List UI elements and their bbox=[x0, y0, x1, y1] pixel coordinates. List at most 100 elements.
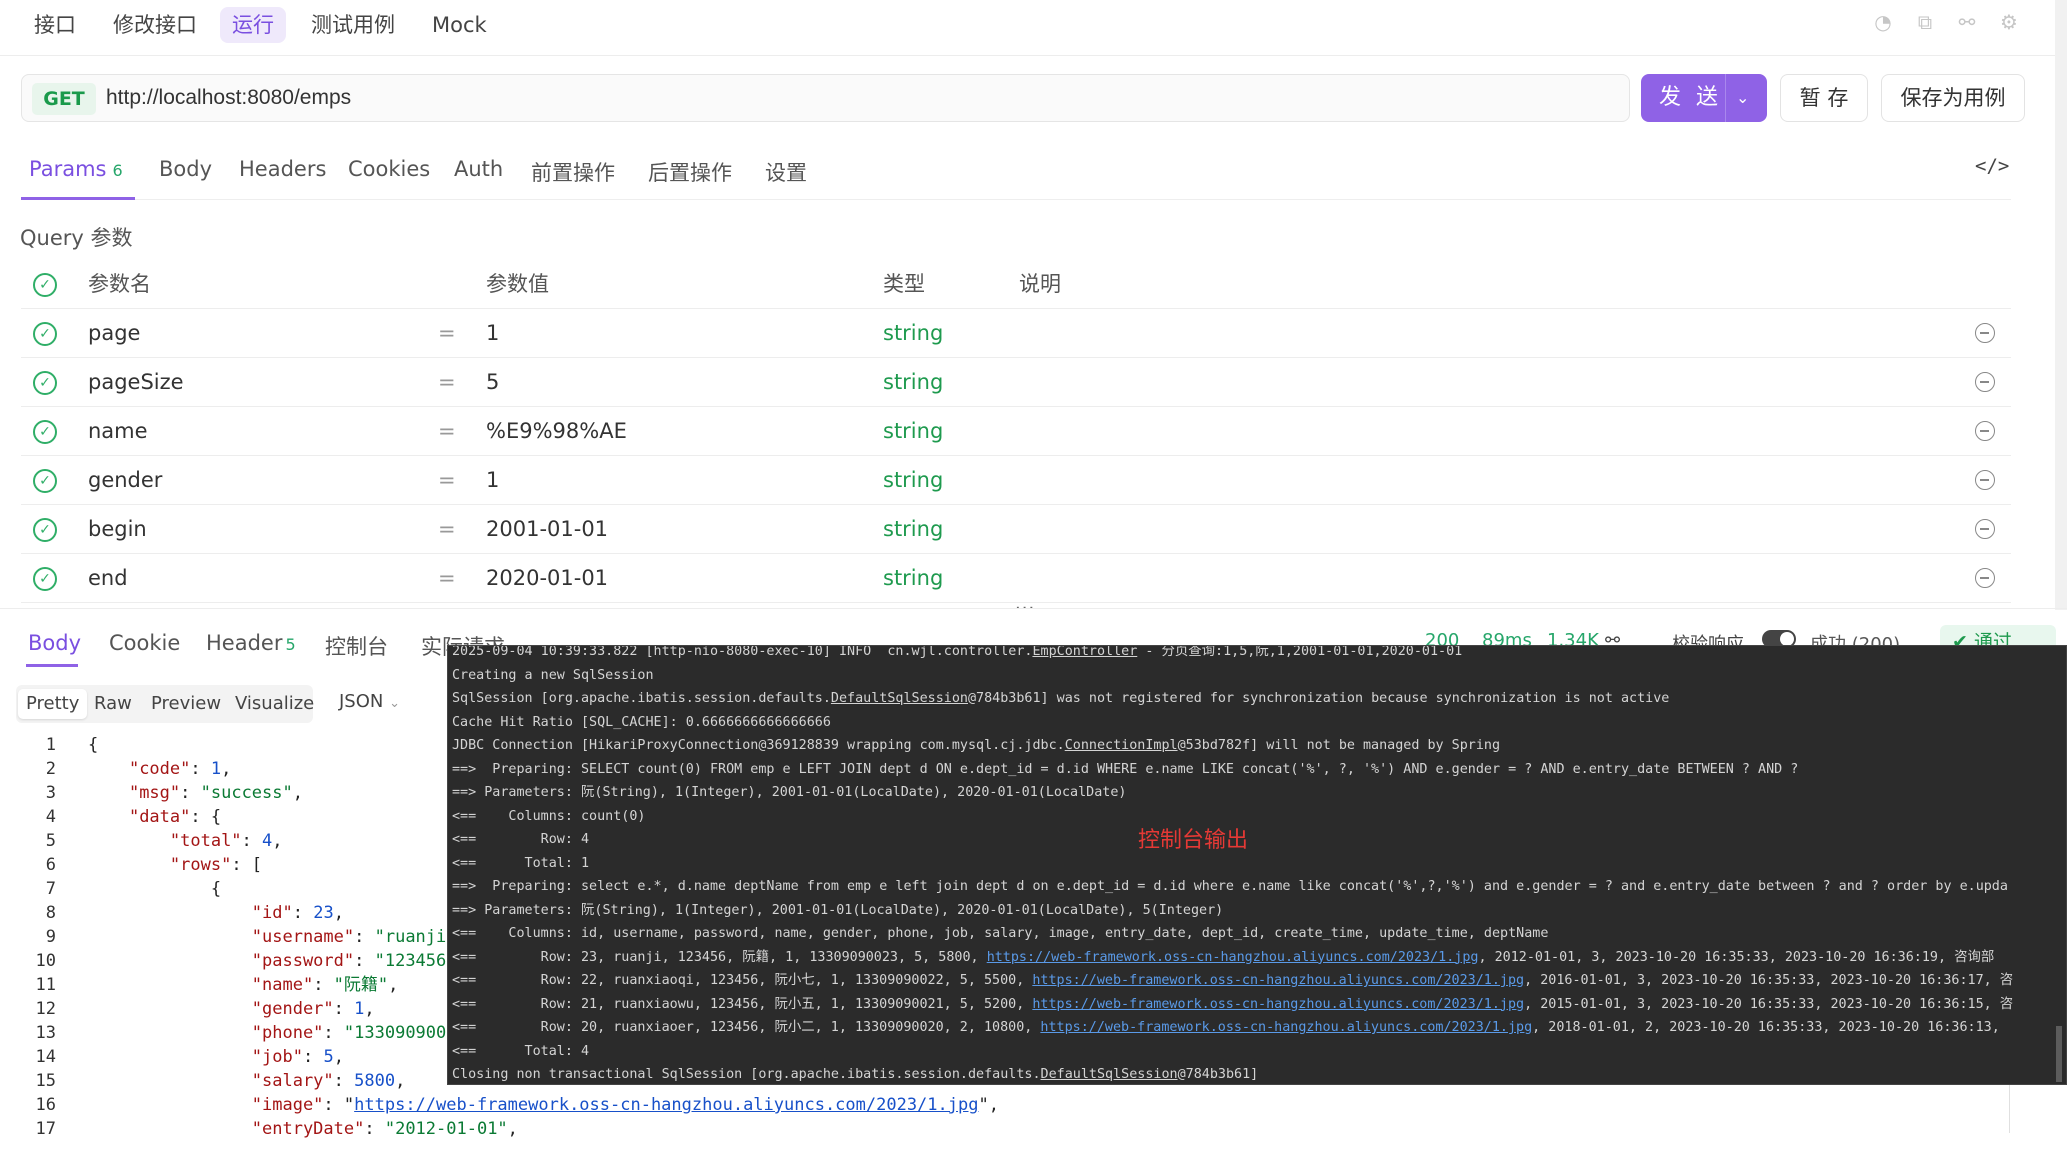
view-tab-preview[interactable]: Preview bbox=[143, 689, 229, 719]
top-tab-run[interactable]: 运行 bbox=[220, 7, 286, 43]
view-tab-pretty[interactable]: Pretty bbox=[18, 689, 88, 719]
tab-settings[interactable]: 设置 bbox=[765, 157, 807, 187]
code-token: : bbox=[354, 927, 375, 947]
param-enabled-checkbox[interactable]: ✓ bbox=[33, 420, 57, 444]
history-icon[interactable]: ◔ bbox=[1871, 10, 1895, 34]
param-name[interactable]: gender bbox=[88, 456, 162, 505]
param-value[interactable]: 2020-01-01 bbox=[486, 554, 608, 603]
param-enabled-checkbox[interactable]: ✓ bbox=[33, 322, 57, 346]
param-value[interactable]: 2001-01-01 bbox=[486, 505, 608, 554]
code-token: { bbox=[88, 879, 222, 899]
param-value[interactable]: %E9%98%AE bbox=[486, 407, 627, 456]
copy-icon[interactable]: ⧉ bbox=[1913, 10, 1937, 34]
code-token: : bbox=[180, 783, 201, 803]
save-draft-button[interactable]: 暂 存 bbox=[1780, 74, 1868, 122]
code-token: "success" bbox=[200, 783, 293, 803]
remove-param-icon[interactable] bbox=[1975, 568, 1995, 588]
code-text: { bbox=[88, 733, 98, 757]
tab-cookies[interactable]: Cookies bbox=[348, 157, 430, 181]
top-tab-edit-interface[interactable]: 修改接口 bbox=[101, 7, 209, 43]
code-text: "total": 4, bbox=[88, 829, 283, 853]
equals-sign: = bbox=[438, 517, 456, 541]
console-link[interactable]: https://web-framework.oss-cn-hangzhou.al… bbox=[1032, 973, 1524, 988]
select-all-checkbox[interactable]: ✓ bbox=[33, 273, 57, 297]
tab-post-ops[interactable]: 后置操作 bbox=[648, 157, 732, 187]
code-text: "name": "阮籍", bbox=[88, 973, 399, 997]
tab-console[interactable]: 控制台 bbox=[325, 631, 388, 661]
top-tab-mock[interactable]: Mock bbox=[420, 7, 499, 43]
param-type[interactable]: string bbox=[883, 309, 943, 358]
send-button[interactable]: 发 送 ⌄ bbox=[1641, 74, 1767, 122]
tab-response-cookie[interactable]: Cookie bbox=[109, 631, 180, 655]
console-text: <== Row: 21, ruanxiaowu, 123456, 阮小五, 1,… bbox=[452, 996, 1033, 1012]
code-text: { bbox=[88, 877, 221, 901]
url-link[interactable]: https://web-framework.oss-cn-hangzhou.al… bbox=[354, 1095, 978, 1115]
remove-param-icon[interactable] bbox=[1975, 323, 1995, 343]
console-text: @784b3b61] was not registered for synchr… bbox=[967, 691, 1670, 706]
console-link[interactable]: https://web-framework.oss-cn-hangzhou.al… bbox=[1040, 1020, 1532, 1035]
tab-body[interactable]: Body bbox=[159, 157, 212, 181]
tab-pre-ops[interactable]: 前置操作 bbox=[531, 157, 615, 187]
code-token: "total" bbox=[169, 831, 242, 851]
param-enabled-checkbox[interactable]: ✓ bbox=[33, 567, 57, 591]
param-enabled-checkbox[interactable]: ✓ bbox=[33, 371, 57, 395]
tab-auth[interactable]: Auth bbox=[454, 157, 503, 181]
top-tab-test-cases[interactable]: 测试用例 bbox=[299, 7, 407, 43]
param-name[interactable]: name bbox=[88, 407, 148, 456]
remove-param-icon[interactable] bbox=[1975, 519, 1995, 539]
remove-param-icon[interactable] bbox=[1975, 372, 1995, 392]
line-number: 13 bbox=[35, 1023, 56, 1043]
param-name[interactable]: begin bbox=[88, 505, 147, 554]
view-tab-visualize[interactable]: Visualize bbox=[227, 689, 322, 719]
right-scrollbar[interactable] bbox=[2055, 0, 2067, 610]
chevron-down-icon[interactable]: ⌄ bbox=[1736, 74, 1749, 122]
code-token: 5 bbox=[323, 1047, 334, 1067]
settings-icon[interactable]: ⚙ bbox=[1997, 10, 2021, 34]
tab-params[interactable]: Params 6 bbox=[29, 157, 123, 181]
tab-response-body[interactable]: Body bbox=[28, 631, 81, 655]
tab-headers[interactable]: Headers bbox=[239, 157, 326, 181]
console-text: ==> Preparing: select e.*, d.name deptNa… bbox=[452, 879, 2008, 894]
code-icon[interactable]: </> bbox=[1975, 155, 2009, 177]
console-text: ConnectionImpl bbox=[1064, 738, 1178, 753]
share-icon[interactable]: ⚯ bbox=[1955, 10, 1979, 34]
param-name[interactable]: end bbox=[88, 554, 128, 603]
param-value[interactable]: 1 bbox=[486, 309, 499, 358]
console-text: @784b3b61] bbox=[1177, 1067, 1259, 1082]
code-token: "阮籍" bbox=[333, 975, 389, 995]
top-tab-interface[interactable]: 接口 bbox=[22, 7, 88, 43]
param-type[interactable]: string bbox=[883, 554, 943, 603]
param-type[interactable]: string bbox=[883, 505, 943, 554]
code-token: : bbox=[333, 1071, 355, 1091]
param-enabled-checkbox[interactable]: ✓ bbox=[33, 518, 57, 542]
save-as-case-button[interactable]: 保存为用例 bbox=[1881, 74, 2025, 122]
param-type[interactable]: string bbox=[883, 358, 943, 407]
console-link[interactable]: https://web-framework.oss-cn-hangzhou.al… bbox=[987, 950, 1479, 965]
method-select[interactable]: GET bbox=[32, 83, 96, 115]
param-name[interactable]: page bbox=[88, 309, 140, 358]
param-value[interactable]: 1 bbox=[486, 456, 499, 505]
code-token: 1 bbox=[210, 759, 222, 779]
remove-param-icon[interactable] bbox=[1975, 421, 1995, 441]
active-tab-indicator bbox=[26, 664, 78, 667]
url-input[interactable] bbox=[106, 75, 1606, 121]
param-type[interactable]: string bbox=[883, 407, 943, 456]
header-param-desc: 说明 bbox=[1019, 272, 1061, 296]
line-number: 7 bbox=[45, 879, 56, 899]
response-view-tabs: Pretty Raw Preview Visualize bbox=[16, 685, 314, 723]
format-select[interactable]: JSON ⌄ bbox=[339, 691, 400, 712]
code-token: 4 bbox=[262, 831, 273, 851]
param-value[interactable]: 5 bbox=[486, 358, 499, 407]
line-number: 3 bbox=[45, 783, 56, 803]
param-name[interactable]: pageSize bbox=[88, 358, 184, 407]
view-tab-raw[interactable]: Raw bbox=[86, 689, 140, 719]
param-enabled-checkbox[interactable]: ✓ bbox=[33, 469, 57, 493]
console-scrollbar[interactable] bbox=[2056, 1026, 2062, 1082]
console-link[interactable]: https://web-framework.oss-cn-hangzhou.al… bbox=[1032, 997, 1524, 1012]
param-type[interactable]: string bbox=[883, 456, 943, 505]
console-text: DefaultSqlSession bbox=[1040, 1067, 1178, 1082]
remove-param-icon[interactable] bbox=[1975, 470, 1995, 490]
tab-response-header[interactable]: Header 5 bbox=[206, 631, 296, 655]
